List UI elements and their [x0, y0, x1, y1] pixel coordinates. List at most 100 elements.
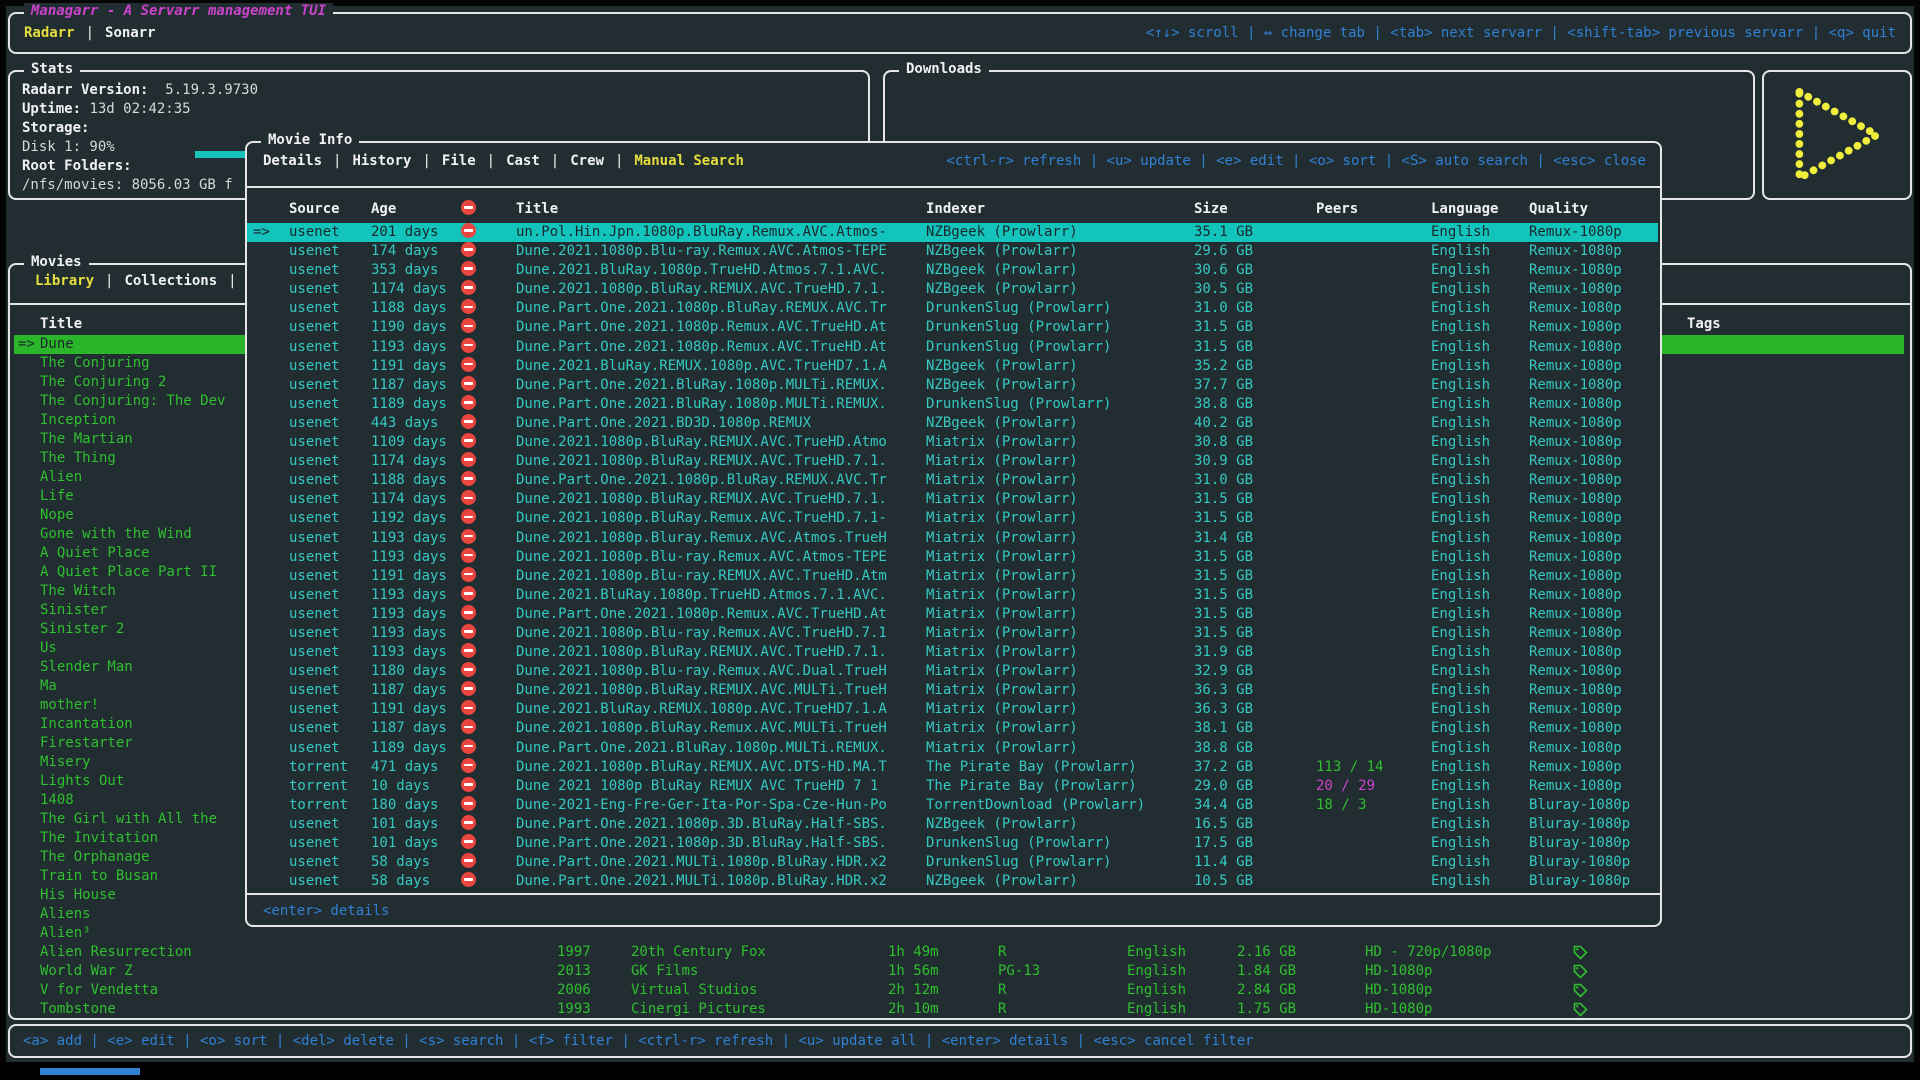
no-entry-icon: [461, 318, 476, 333]
search-result-row[interactable]: usenet1192 daysDune.2021.1080p.BluRay.Re…: [247, 509, 1658, 528]
result-source: usenet: [289, 261, 371, 280]
movie-size: 2.84 GB: [1237, 981, 1296, 1000]
search-result-row[interactable]: usenet1189 daysDune.Part.One.2021.BluRay…: [247, 395, 1658, 414]
search-result-row[interactable]: usenet174 daysDune.2021.1080p.Blu-ray.Re…: [247, 242, 1658, 261]
rejected-cell: [461, 624, 516, 643]
result-quality: Remux-1080p: [1529, 529, 1658, 548]
search-result-row[interactable]: usenet1191 daysDune.2021.1080p.Blu-ray.R…: [247, 567, 1658, 586]
selection-arrow: [253, 662, 289, 681]
rejected-cell: [461, 395, 516, 414]
search-result-row[interactable]: torrent471 daysDune.2021.1080p.BluRay.RE…: [247, 758, 1658, 777]
result-title: Dune.Part.One.2021.BluRay.1080p.MULTi.RE…: [516, 739, 926, 758]
result-title: Dune.2021.1080p.BluRay.Remux.AVC.MULTi.T…: [516, 719, 926, 738]
header-peers: Peers: [1316, 200, 1431, 219]
result-title: Dune.Part.One.2021.BluRay.1080p.MULTi.RE…: [516, 395, 926, 414]
modal-tab-history[interactable]: History: [352, 153, 411, 169]
result-quality: Remux-1080p: [1529, 395, 1658, 414]
result-language: English: [1431, 758, 1529, 777]
movie-rating: R: [998, 1000, 1006, 1019]
search-result-row[interactable]: usenet353 daysDune.2021.BluRay.1080p.Tru…: [247, 261, 1658, 280]
stat-version: Radarr Version: 5.19.3.9730: [22, 81, 258, 100]
search-result-row[interactable]: usenet443 daysDune.Part.One.2021.BD3D.10…: [247, 414, 1658, 433]
tab-separator: |: [105, 273, 113, 289]
movie-title: The Martian: [40, 430, 133, 449]
selection-arrow: [253, 834, 289, 853]
result-title: Dune.2021.1080p.BluRay.REMUX.AVC.TrueHD.…: [516, 643, 926, 662]
modal-tab-crew[interactable]: Crew: [570, 153, 604, 169]
result-size: 30.8 GB: [1194, 433, 1316, 452]
movies-tab-collections[interactable]: Collections: [124, 273, 217, 289]
result-size: 31.9 GB: [1194, 643, 1316, 662]
result-size: 31.5 GB: [1194, 338, 1316, 357]
search-result-row[interactable]: usenet58 daysDune.Part.One.2021.MULTi.10…: [247, 853, 1658, 872]
search-result-row[interactable]: usenet1193 daysDune.Part.One.2021.1080p.…: [247, 605, 1658, 624]
movie-list-item[interactable]: Tombstone1993Cinergi Pictures2h 10mREngl…: [14, 1000, 1904, 1019]
servarr-tab-radarr[interactable]: Radarr: [24, 25, 75, 41]
search-result-row[interactable]: usenet1193 daysDune.2021.BluRay.1080p.Tr…: [247, 586, 1658, 605]
search-result-row[interactable]: usenet1190 daysDune.Part.One.2021.1080p.…: [247, 318, 1658, 337]
search-result-row[interactable]: usenet1191 daysDune.2021.BluRay.REMUX.10…: [247, 357, 1658, 376]
result-language: English: [1431, 815, 1529, 834]
result-peers: [1316, 700, 1431, 719]
result-indexer: Miatrix (Prowlarr): [926, 739, 1194, 758]
search-result-row[interactable]: usenet1187 daysDune.2021.1080p.BluRay.Re…: [247, 719, 1658, 738]
result-indexer: NZBgeek (Prowlarr): [926, 261, 1194, 280]
servarr-tab-sonarr[interactable]: Sonarr: [105, 25, 156, 41]
selection-arrow: [253, 700, 289, 719]
modal-tab-file[interactable]: File: [442, 153, 476, 169]
search-result-row[interactable]: usenet1188 daysDune.Part.One.2021.1080p.…: [247, 299, 1658, 318]
result-peers: [1316, 853, 1431, 872]
modal-tab-manual-search[interactable]: Manual Search: [634, 153, 744, 169]
result-language: English: [1431, 338, 1529, 357]
modal-tab-cast[interactable]: Cast: [506, 153, 540, 169]
search-result-row[interactable]: usenet1187 daysDune.Part.One.2021.BluRay…: [247, 376, 1658, 395]
modal-tab-details[interactable]: Details: [263, 153, 322, 169]
tab-separator: |: [86, 25, 94, 41]
movies-tab-library[interactable]: Library: [35, 273, 94, 289]
search-result-row[interactable]: usenet1180 daysDune.2021.1080p.Blu-ray.R…: [247, 662, 1658, 681]
search-result-row[interactable]: usenet1191 daysDune.2021.BluRay.REMUX.10…: [247, 700, 1658, 719]
search-result-row[interactable]: usenet1187 daysDune.2021.1080p.BluRay.RE…: [247, 681, 1658, 700]
search-result-row[interactable]: usenet1174 daysDune.2021.1080p.BluRay.RE…: [247, 490, 1658, 509]
search-results-table[interactable]: =>usenet201 daysun.Pol.Hin.Jpn.1080p.Blu…: [247, 223, 1658, 891]
rejected-cell: [461, 471, 516, 490]
rejected-cell: [461, 490, 516, 509]
result-age: 58 days: [371, 872, 461, 891]
search-result-row[interactable]: torrent10 daysDune 2021 1080p BluRay REM…: [247, 777, 1658, 796]
movie-title: Misery: [40, 753, 91, 772]
search-result-row[interactable]: usenet1193 daysDune.2021.1080p.BluRay.RE…: [247, 643, 1658, 662]
result-age: 1180 days: [371, 662, 461, 681]
search-result-row[interactable]: usenet1188 daysDune.Part.One.2021.1080p.…: [247, 471, 1658, 490]
result-size: 30.5 GB: [1194, 280, 1316, 299]
result-quality: Remux-1080p: [1529, 739, 1658, 758]
search-result-row[interactable]: usenet1189 daysDune.Part.One.2021.BluRay…: [247, 739, 1658, 758]
movie-year: 1993: [557, 1000, 591, 1019]
search-result-row[interactable]: =>usenet201 daysun.Pol.Hin.Jpn.1080p.Blu…: [247, 223, 1658, 242]
search-result-row[interactable]: usenet101 daysDune.Part.One.2021.1080p.3…: [247, 834, 1658, 853]
search-result-row[interactable]: usenet1193 daysDune.Part.One.2021.1080p.…: [247, 338, 1658, 357]
rejected-cell: [461, 739, 516, 758]
search-result-row[interactable]: usenet101 daysDune.Part.One.2021.1080p.3…: [247, 815, 1658, 834]
search-result-row[interactable]: usenet58 daysDune.Part.One.2021.MULTi.10…: [247, 872, 1658, 891]
movie-title: Lights Out: [40, 772, 124, 791]
search-result-row[interactable]: usenet1193 daysDune.2021.1080p.Bluray.Re…: [247, 529, 1658, 548]
result-language: English: [1431, 261, 1529, 280]
movie-list-item[interactable]: V for Vendetta2006Virtual Studios2h 12mR…: [14, 981, 1904, 1000]
result-peers: [1316, 395, 1431, 414]
result-age: 443 days: [371, 414, 461, 433]
movie-list-item[interactable]: Alien Resurrection199720th Century Fox1h…: [14, 943, 1904, 962]
result-indexer: NZBgeek (Prowlarr): [926, 242, 1194, 261]
search-result-row[interactable]: usenet1193 daysDune.2021.1080p.Blu-ray.R…: [247, 624, 1658, 643]
result-language: English: [1431, 509, 1529, 528]
search-result-row[interactable]: torrent180 daysDune-2021-Eng-Fre-Ger-Ita…: [247, 796, 1658, 815]
movie-list-item[interactable]: World War Z2013GK Films1h 56mPG-13Englis…: [14, 962, 1904, 981]
search-result-row[interactable]: usenet1109 daysDune.2021.1080p.BluRay.RE…: [247, 433, 1658, 452]
result-age: 1191 days: [371, 700, 461, 719]
search-result-row[interactable]: usenet1193 daysDune.2021.1080p.Blu-ray.R…: [247, 548, 1658, 567]
search-result-row[interactable]: usenet1174 daysDune.2021.1080p.BluRay.RE…: [247, 280, 1658, 299]
no-entry-icon: [461, 242, 476, 257]
search-result-row[interactable]: usenet1174 daysDune.2021.1080p.BluRay.RE…: [247, 452, 1658, 471]
result-age: 1190 days: [371, 318, 461, 337]
result-source: usenet: [289, 700, 371, 719]
result-title: Dune.Part.One.2021.1080p.Remux.AVC.TrueH…: [516, 605, 926, 624]
